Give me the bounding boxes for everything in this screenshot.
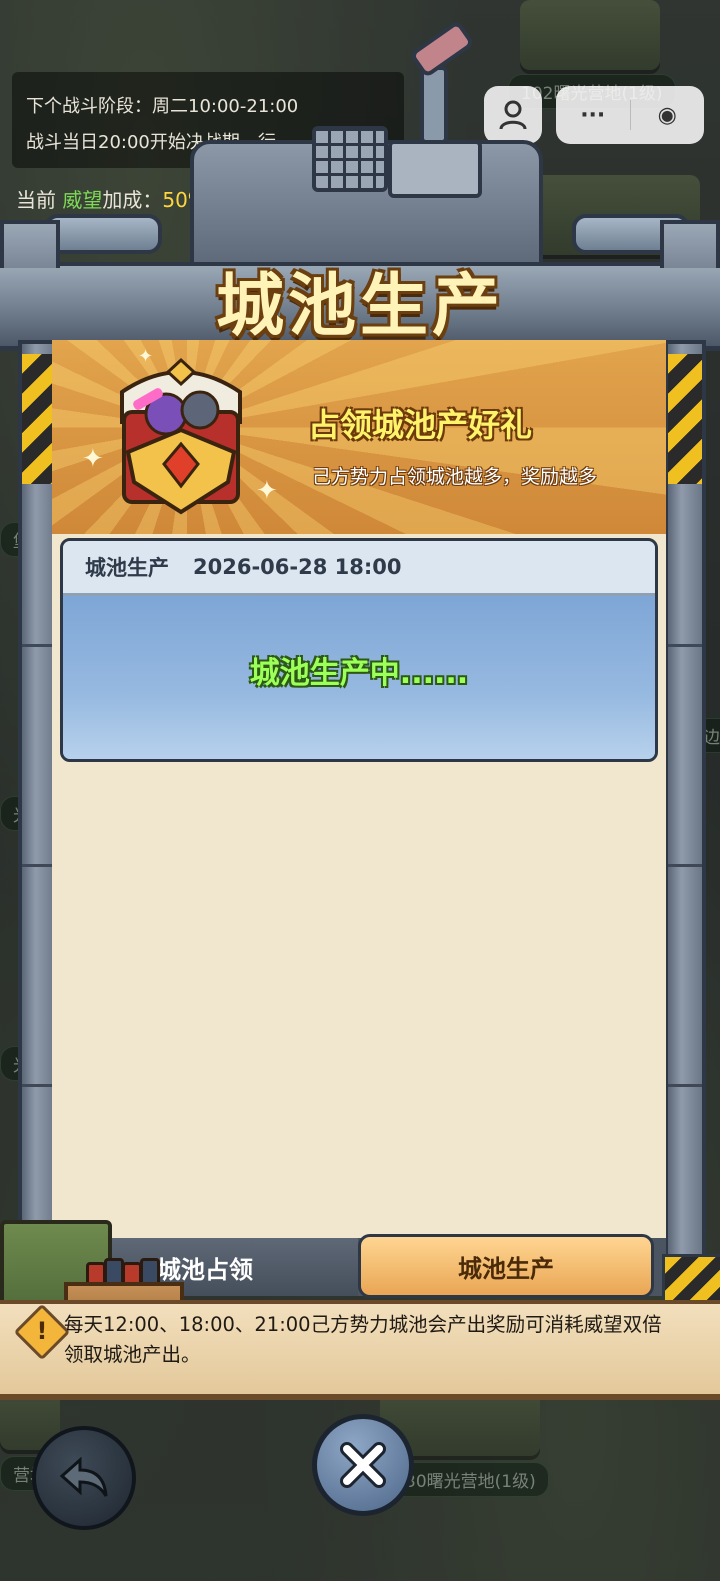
back-arrow-icon (59, 1456, 108, 1497)
bonus-mid: 加成： (102, 188, 163, 212)
banner-title: 占领城池产好礼 (308, 406, 533, 444)
warning-mark: ! (36, 1317, 48, 1345)
production-card-label: 城池生产 (85, 556, 169, 580)
right-pillar (664, 340, 706, 1268)
close-button[interactable] (312, 1414, 414, 1516)
production-timestamp: 2026-06-28 18:00 (193, 555, 402, 579)
close-x-icon (340, 1442, 386, 1488)
target-circle-icon: ◉ (657, 102, 677, 128)
tank-periscope (420, 66, 448, 144)
page-title: 城池生产 (215, 267, 504, 346)
pillar-seam (22, 864, 56, 867)
person-icon (499, 100, 527, 130)
banner-subtitle: 己方势力占领城池越多，奖励越多 (312, 466, 598, 488)
tank-hatch (388, 140, 482, 198)
pillar-seam (668, 644, 702, 647)
rules-note-text: 每天12:00、18:00、21:00己方势力城池会产出奖励可消耗威望双倍领取城… (64, 1313, 662, 1366)
pillar-seam (668, 864, 702, 867)
next-stage-text: 下个战斗阶段：周二10:00-21:00 (26, 96, 299, 117)
tab-city-production[interactable]: 城池生产 (358, 1234, 654, 1298)
pillar-seam (668, 1084, 702, 1087)
capsule-close-button[interactable]: ◉ (631, 86, 705, 144)
more-dots-icon: ··· (580, 102, 606, 128)
sparkle-icon: ✦ (82, 444, 104, 474)
hazard-stripes (22, 354, 56, 484)
left-cannon (44, 214, 162, 254)
sparkle-icon: ✦ (256, 476, 278, 506)
more-menu-button[interactable]: ··· (556, 86, 630, 144)
bonus-prestige-word: 威望 (62, 188, 103, 212)
hazard-stripes (668, 354, 702, 484)
treasure-chest-icon (120, 357, 242, 515)
pillar-seam (22, 644, 56, 647)
prestige-bonus-line: 当前 威望加成：50% (16, 184, 207, 213)
production-status-text: 城池生产中...... (249, 656, 469, 691)
profile-button[interactable] (484, 86, 542, 144)
production-card-header: 城池生产 2026-06-28 18:00 (63, 541, 655, 596)
mini-program-capsule: ··· ◉ (556, 86, 704, 144)
sparkle-icon: ✦ (138, 346, 154, 367)
bonus-prefix: 当前 (16, 188, 56, 212)
pillar-seam (22, 1084, 56, 1087)
tank-grill (312, 126, 388, 192)
production-card-body: 城池生产中...... (63, 596, 655, 759)
back-button[interactable] (32, 1426, 136, 1530)
production-card: 城池生产 2026-06-28 18:00 城池生产中...... (60, 538, 658, 762)
